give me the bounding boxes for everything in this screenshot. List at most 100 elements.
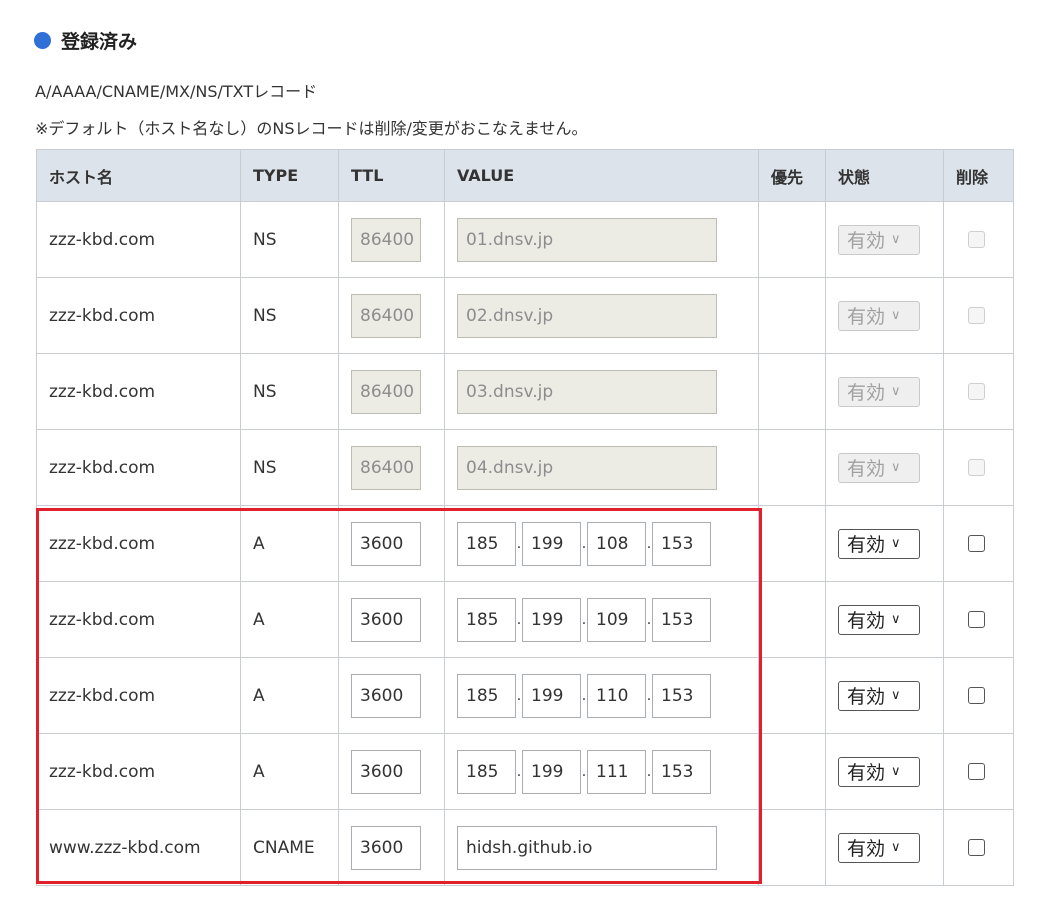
ttl-input[interactable]: 3600	[351, 825, 421, 870]
priority-cell	[758, 733, 826, 810]
delete-checkbox[interactable]	[968, 687, 985, 704]
bullet-icon	[34, 31, 51, 49]
ip-address-fields: 185. 199. 109. 153	[457, 597, 758, 642]
table-row: zzz-kbd.com NS 86400 04.dnsv.jp 有効 ∨	[36, 429, 1014, 506]
delete-cell	[943, 429, 1014, 506]
delete-cell	[943, 657, 1014, 734]
status-cell: 有効 ∨	[825, 505, 944, 582]
ttl-input[interactable]: 3600	[351, 521, 421, 566]
ip-octet-input[interactable]: 185	[457, 749, 516, 794]
priority-cell	[758, 581, 826, 658]
value-cell: 185. 199. 110. 153	[444, 657, 759, 734]
host-cell: zzz-kbd.com	[36, 277, 241, 354]
delete-cell	[943, 277, 1014, 354]
table-row: zzz-kbd.com A 3600 185. 199. 111. 153 有効 ∨	[36, 733, 1014, 810]
delete-checkbox	[968, 231, 985, 248]
delete-checkbox[interactable]	[968, 611, 985, 628]
priority-cell	[758, 657, 826, 734]
host-cell: zzz-kbd.com	[36, 505, 241, 582]
ttl-cell: 3600	[338, 505, 445, 582]
delete-cell	[943, 733, 1014, 810]
ip-octet-input[interactable]: 199	[522, 673, 581, 718]
ttl-input: 86400	[351, 445, 421, 490]
type-cell: A	[240, 581, 339, 658]
priority-cell	[758, 505, 826, 582]
ip-octet-input[interactable]: 185	[457, 597, 516, 642]
type-cell: NS	[240, 201, 339, 278]
section-heading: 登録済み	[34, 26, 137, 54]
status-select: 有効 ∨	[838, 452, 920, 483]
delete-checkbox[interactable]	[968, 839, 985, 856]
ttl-input: 86400	[351, 217, 421, 262]
status-select: 有効 ∨	[838, 376, 920, 407]
table-row: www.zzz-kbd.com CNAME 3600 hidsh.github.io 有…	[36, 809, 1014, 886]
priority-cell	[758, 201, 826, 278]
host-cell: zzz-kbd.com	[36, 353, 241, 430]
ttl-cell: 86400	[338, 277, 445, 354]
ip-octet-input[interactable]: 199	[522, 749, 581, 794]
chevron-down-icon: ∨	[891, 384, 901, 399]
status-select-value: 有効	[847, 838, 886, 860]
ip-octet-input[interactable]: 185	[457, 521, 516, 566]
delete-cell	[943, 809, 1014, 886]
table-row: zzz-kbd.com A 3600 185. 199. 109. 153 有効 ∨	[36, 581, 1014, 658]
ip-octet-input[interactable]: 153	[652, 597, 711, 642]
value-cell: 185. 199. 111. 153	[444, 733, 759, 810]
value-cell: 01.dnsv.jp	[444, 201, 759, 278]
ttl-input[interactable]: 3600	[351, 597, 421, 642]
table-row: zzz-kbd.com NS 86400 01.dnsv.jp 有効 ∨	[36, 201, 1014, 278]
ip-octet-input[interactable]: 110	[587, 673, 646, 718]
type-cell: A	[240, 505, 339, 582]
ip-octet-input[interactable]: 153	[652, 749, 711, 794]
header-status: 状態	[825, 149, 944, 202]
value-input: 01.dnsv.jp	[457, 217, 717, 262]
ttl-input[interactable]: 3600	[351, 673, 421, 718]
delete-cell	[943, 581, 1014, 658]
value-input: 04.dnsv.jp	[457, 445, 717, 490]
ip-octet-input[interactable]: 153	[652, 673, 711, 718]
ip-octet-input[interactable]: 199	[522, 597, 581, 642]
status-select[interactable]: 有効 ∨	[838, 680, 920, 711]
chevron-down-icon: ∨	[891, 536, 901, 551]
value-input: 03.dnsv.jp	[457, 369, 717, 414]
value-cell: 185. 199. 108. 153	[444, 505, 759, 582]
status-select-value: 有効	[847, 306, 886, 328]
type-cell: NS	[240, 353, 339, 430]
status-cell: 有効 ∨	[825, 429, 944, 506]
delete-checkbox	[968, 383, 985, 400]
host-cell: zzz-kbd.com	[36, 733, 241, 810]
header-type: TYPE	[240, 149, 339, 202]
delete-checkbox[interactable]	[968, 535, 985, 552]
ttl-input[interactable]: 3600	[351, 749, 421, 794]
ip-octet-input[interactable]: 108	[587, 521, 646, 566]
delete-cell	[943, 505, 1014, 582]
ip-octet-input[interactable]: 109	[587, 597, 646, 642]
delete-cell	[943, 353, 1014, 430]
ttl-cell: 86400	[338, 201, 445, 278]
ip-octet-input[interactable]: 153	[652, 521, 711, 566]
status-select[interactable]: 有効 ∨	[838, 528, 920, 559]
status-select-value: 有効	[847, 458, 886, 480]
chevron-down-icon: ∨	[891, 764, 901, 779]
priority-cell	[758, 809, 826, 886]
ttl-input: 86400	[351, 369, 421, 414]
status-cell: 有効 ∨	[825, 353, 944, 430]
ip-octet-input[interactable]: 111	[587, 749, 646, 794]
status-select[interactable]: 有効 ∨	[838, 604, 920, 635]
header-delete: 削除	[943, 149, 1014, 202]
delete-checkbox[interactable]	[968, 763, 985, 780]
delete-checkbox	[968, 459, 985, 476]
ip-octet-input[interactable]: 185	[457, 673, 516, 718]
status-select: 有効 ∨	[838, 224, 920, 255]
header-ttl: TTL	[338, 149, 445, 202]
ip-octet-input[interactable]: 199	[522, 521, 581, 566]
status-select[interactable]: 有効 ∨	[838, 832, 920, 863]
value-cell: 03.dnsv.jp	[444, 353, 759, 430]
table-row: zzz-kbd.com NS 86400 02.dnsv.jp 有効 ∨	[36, 277, 1014, 354]
ttl-cell: 3600	[338, 809, 445, 886]
ttl-cell: 86400	[338, 353, 445, 430]
host-cell: zzz-kbd.com	[36, 657, 241, 734]
value-input[interactable]: hidsh.github.io	[457, 825, 717, 870]
status-select[interactable]: 有効 ∨	[838, 756, 920, 787]
status-cell: 有効 ∨	[825, 201, 944, 278]
